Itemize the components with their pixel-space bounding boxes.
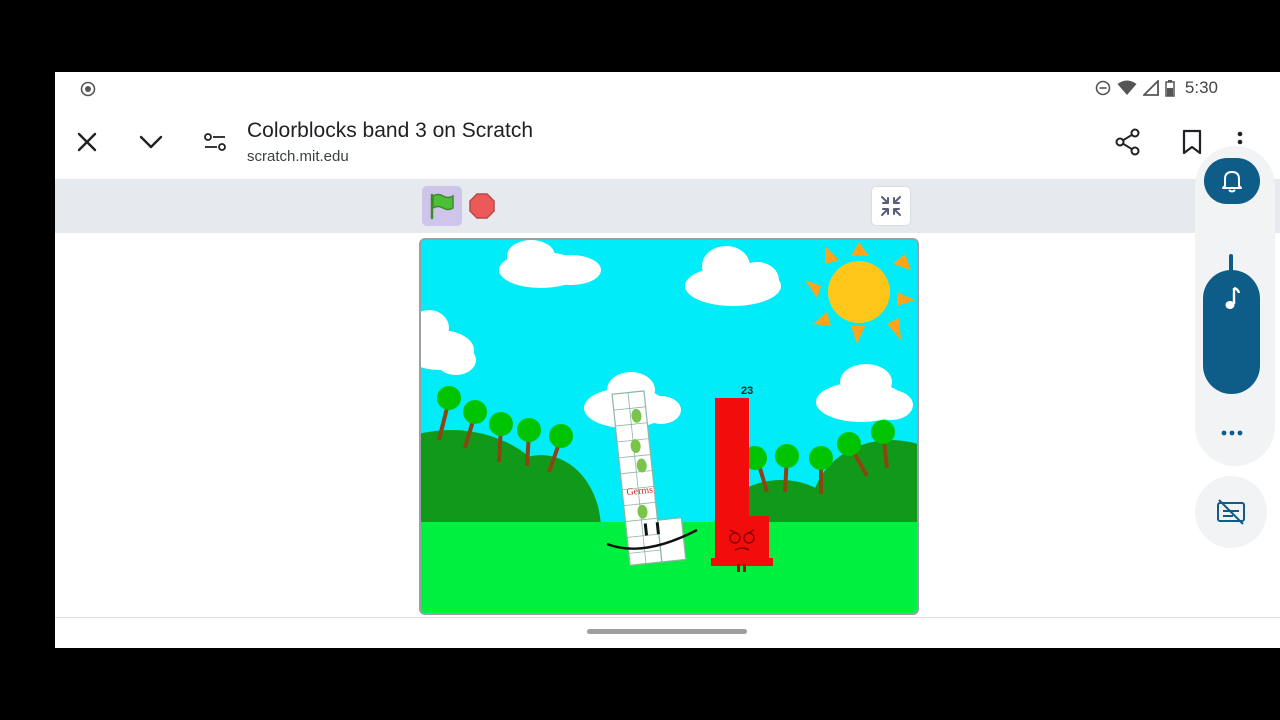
exit-fullscreen-button[interactable] [871,186,911,226]
scratch-toolbar [55,179,1280,233]
bookmark-icon [1182,129,1202,155]
share-button[interactable] [1108,122,1148,162]
status-bar: 5:30 [55,72,1280,104]
share-icon [1115,128,1140,156]
bell-icon [1222,171,1242,193]
close-icon [77,132,97,152]
home-indicator[interactable] [587,629,747,634]
signal-icon [1142,80,1159,96]
exit-fullscreen-icon [881,196,901,216]
caption-off-icon [1217,499,1245,525]
stage-scene: Germs 23 [421,240,917,613]
bottom-divider [55,617,1280,618]
more-horiz-icon [1221,430,1243,436]
status-icons: 5:30 [1095,78,1218,98]
collapse-button[interactable] [131,122,171,162]
battery-icon [1165,79,1175,97]
music-note-icon [1225,286,1241,309]
bookmark-button[interactable] [1172,122,1212,162]
close-button[interactable] [67,122,107,162]
notification-button[interactable] [1204,158,1260,204]
custom-tab-header: Colorblocks band 3 on Scratch scratch.mi… [55,112,1280,180]
chevron-down-icon [139,135,163,149]
stop-icon [469,193,495,219]
number-label: 23 [741,385,753,397]
stop-button[interactable] [468,192,496,220]
more-horiz-button[interactable] [1213,422,1251,444]
page-title: Colorblocks band 3 on Scratch [247,119,533,142]
scratch-stage[interactable]: Germs 23 [419,238,919,615]
page-url: scratch.mit.edu [247,148,349,165]
page-settings-icon [204,133,226,151]
caption-toggle-button[interactable] [1195,476,1267,548]
phone-screen: 5:30 Colorblocks band 3 on Scratch scrat… [55,72,1280,648]
screen-record-icon [80,81,96,97]
wifi-icon [1117,80,1137,95]
do-not-disturb-icon [1095,80,1111,96]
page-settings-button[interactable] [195,122,235,162]
status-time: 5:30 [1184,78,1218,97]
green-flag-button[interactable] [422,186,462,226]
green-flag-icon [430,193,454,220]
